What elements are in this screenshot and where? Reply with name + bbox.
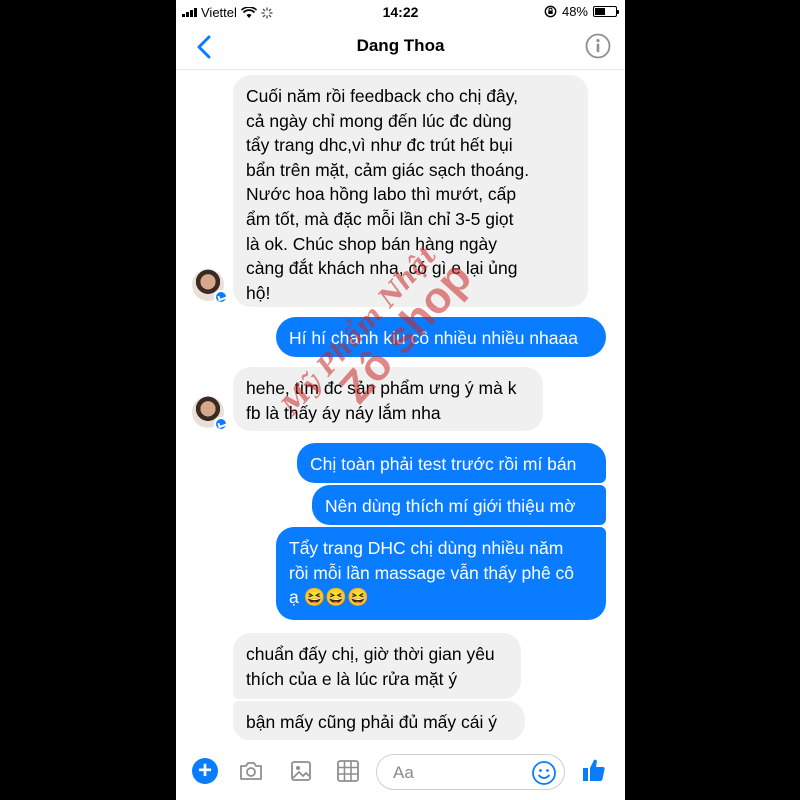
message-incoming[interactable]: chuẩn đấy chị, giờ thời gian yêu thích c… (233, 633, 521, 699)
messenger-badge-icon (214, 290, 228, 304)
message-outgoing[interactable]: Hí hí chanh kiu cô nhiều nhiều nhaaa (276, 317, 606, 357)
message-outgoing[interactable]: Chị toàn phải test trước rồi mí bán (297, 443, 606, 483)
battery-info: 48% (544, 4, 619, 19)
message-input[interactable]: Aa (376, 754, 565, 790)
message-list[interactable]: Cuối năm rồi feedback cho chị đây, cả ng… (176, 71, 625, 741)
thumbs-up-icon[interactable] (580, 756, 608, 784)
message-incoming[interactable]: Cuối năm rồi feedback cho chị đây, cả ng… (233, 75, 588, 307)
contact-name[interactable]: Dang Thoa (176, 36, 625, 56)
battery-icon (593, 6, 619, 17)
message-outgoing[interactable]: Nên dùng thích mí giới thiệu mờ (312, 485, 606, 525)
gallery-icon[interactable] (288, 758, 314, 784)
battery-percent: 48% (561, 4, 588, 19)
messenger-screen: Viettel 14:22 48% Dang Thoa Cuối năm rồi… (176, 0, 625, 800)
status-bar: Viettel 14:22 48% (176, 0, 625, 24)
contact-avatar[interactable] (192, 269, 228, 304)
message-placeholder: Aa (393, 763, 414, 782)
table-icon[interactable] (335, 758, 361, 784)
rotation-lock-icon (544, 5, 557, 18)
emoji-icon[interactable] (531, 760, 557, 786)
message-incoming[interactable]: hehe, tìm đc sản phẩm ưng ý mà k fb là t… (233, 367, 543, 431)
message-incoming[interactable]: bận mấy cũng phải đủ mấy cái ý (233, 701, 525, 741)
message-composer: + Aa (176, 740, 625, 800)
camera-icon[interactable] (238, 758, 264, 784)
plus-icon[interactable]: + (192, 758, 218, 784)
info-icon[interactable] (585, 33, 611, 59)
messenger-badge-icon (214, 417, 228, 431)
contact-avatar[interactable] (192, 396, 228, 431)
message-outgoing[interactable]: Tẩy trang DHC chị dùng nhiều năm rồi mỗi… (276, 527, 606, 620)
chat-header: Dang Thoa (176, 24, 625, 70)
